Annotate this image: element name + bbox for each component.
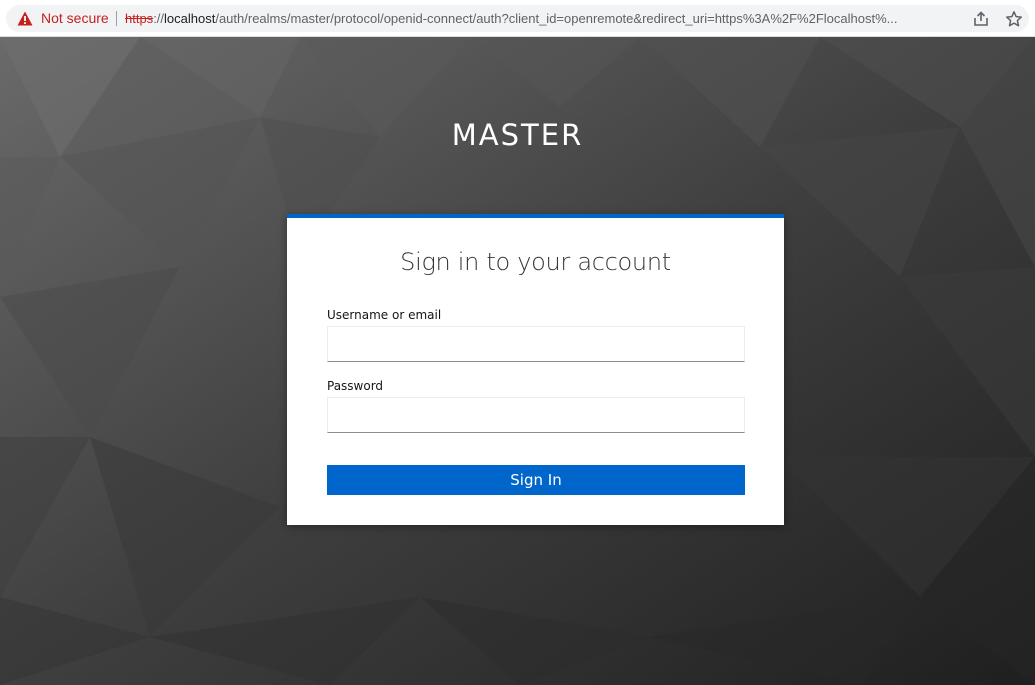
- url-scheme-separator: ://: [153, 11, 165, 26]
- warning-icon[interactable]: [17, 11, 33, 26]
- share-icon[interactable]: [972, 10, 990, 28]
- security-status-label[interactable]: Not secure: [41, 11, 109, 26]
- url-text[interactable]: https://localhost/auth/realms/master/pro…: [125, 11, 970, 26]
- sign-in-button[interactable]: Sign In: [327, 465, 745, 495]
- url-scheme: https: [125, 11, 154, 26]
- url-path: /auth/realms/master/protocol/openid-conn…: [215, 11, 898, 26]
- omnibox-divider: [116, 11, 117, 26]
- url-host: localhost: [164, 11, 216, 26]
- realm-title: MASTER: [451, 118, 584, 152]
- star-icon[interactable]: [1005, 10, 1023, 28]
- password-input[interactable]: [327, 397, 745, 433]
- address-bar: Not secure https://localhost/auth/realms…: [0, 0, 1035, 37]
- password-label: Password: [327, 379, 384, 393]
- login-card: Sign in to your account Username or emai…: [287, 214, 784, 525]
- omnibox[interactable]: Not secure https://localhost/auth/realms…: [6, 5, 1029, 32]
- username-label: Username or email: [327, 308, 442, 322]
- username-input[interactable]: [327, 326, 745, 362]
- login-card-title: Sign in to your account: [400, 248, 671, 276]
- browser-window: Not secure https://localhost/auth/realms…: [0, 0, 1035, 685]
